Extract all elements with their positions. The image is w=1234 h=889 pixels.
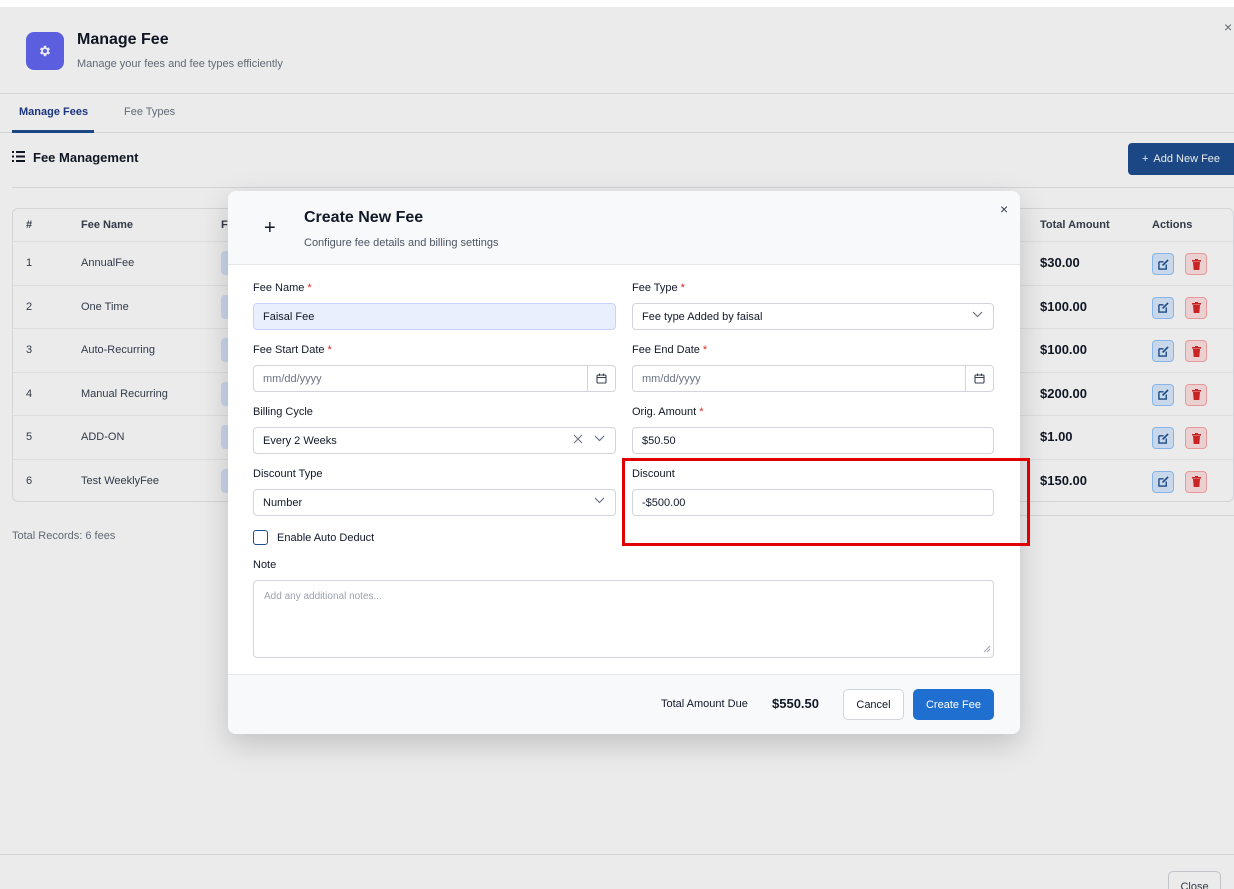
- discount-type-select[interactable]: Number: [253, 489, 616, 516]
- required-mark: *: [307, 282, 312, 294]
- top-strip: [0, 0, 1234, 7]
- plus-icon: +: [264, 217, 276, 239]
- chevron-down-icon: [594, 434, 605, 445]
- end-date-label: Fee End Date *: [632, 344, 708, 356]
- chevron-down-icon: [972, 310, 983, 321]
- total-due-label: Total Amount Due: [661, 698, 748, 710]
- resize-handle-icon[interactable]: [983, 645, 991, 655]
- note-placeholder: Add any additional notes...: [264, 591, 382, 602]
- fee-type-select[interactable]: Fee type Added by faisal: [632, 303, 994, 330]
- auto-deduct-label: Enable Auto Deduct: [277, 531, 375, 544]
- create-fee-button[interactable]: Create Fee: [913, 689, 994, 720]
- modal-title: Create New Fee: [304, 209, 424, 226]
- note-textarea[interactable]: Add any additional notes...: [253, 580, 994, 658]
- modal-subtitle: Configure fee details and billing settin…: [304, 237, 499, 249]
- fee-name-input[interactable]: Faisal Fee: [253, 303, 616, 330]
- fee-type-value: Fee type Added by faisal: [642, 310, 763, 323]
- billing-cycle-select[interactable]: Every 2 Weeks: [253, 427, 616, 454]
- cancel-button[interactable]: Cancel: [843, 689, 904, 720]
- calendar-icon[interactable]: [965, 366, 993, 391]
- close-icon[interactable]: ×: [1000, 201, 1008, 217]
- fee-name-label: Fee Name *: [253, 282, 312, 294]
- required-mark: *: [699, 406, 704, 418]
- end-date-placeholder: mm/dd/yyyy: [642, 372, 701, 385]
- required-mark: *: [327, 344, 332, 356]
- auto-deduct-row: Enable Auto Deduct: [253, 530, 374, 545]
- calendar-icon[interactable]: [587, 366, 615, 391]
- start-date-placeholder: mm/dd/yyyy: [263, 372, 322, 385]
- clear-icon[interactable]: [573, 433, 583, 447]
- required-mark: *: [702, 344, 708, 356]
- orig-amount-value: $50.50: [642, 434, 676, 447]
- billing-cycle-label: Billing Cycle: [253, 406, 313, 418]
- discount-type-label: Discount Type: [253, 468, 323, 480]
- chevron-down-icon: [594, 496, 605, 507]
- start-date-input[interactable]: mm/dd/yyyy: [253, 365, 616, 392]
- auto-deduct-checkbox[interactable]: [253, 530, 268, 545]
- modal-header: + Create New Fee Configure fee details a…: [228, 191, 1020, 265]
- discount-type-value: Number: [263, 496, 303, 509]
- start-date-label: Fee Start Date *: [253, 344, 332, 356]
- orig-amount-input[interactable]: $50.50: [632, 427, 994, 454]
- fee-type-label: Fee Type *: [632, 282, 685, 294]
- end-date-input[interactable]: mm/dd/yyyy: [632, 365, 994, 392]
- required-mark: *: [680, 282, 685, 294]
- note-label: Note: [253, 559, 277, 571]
- total-due-value: $550.50: [772, 696, 819, 711]
- modal-footer: Total Amount Due $550.50 Cancel Create F…: [228, 674, 1020, 734]
- orig-amount-label: Orig. Amount *: [632, 406, 704, 418]
- highlight-box: [622, 458, 1030, 546]
- billing-cycle-value: Every 2 Weeks: [263, 434, 337, 447]
- fee-name-value: Faisal Fee: [263, 310, 315, 323]
